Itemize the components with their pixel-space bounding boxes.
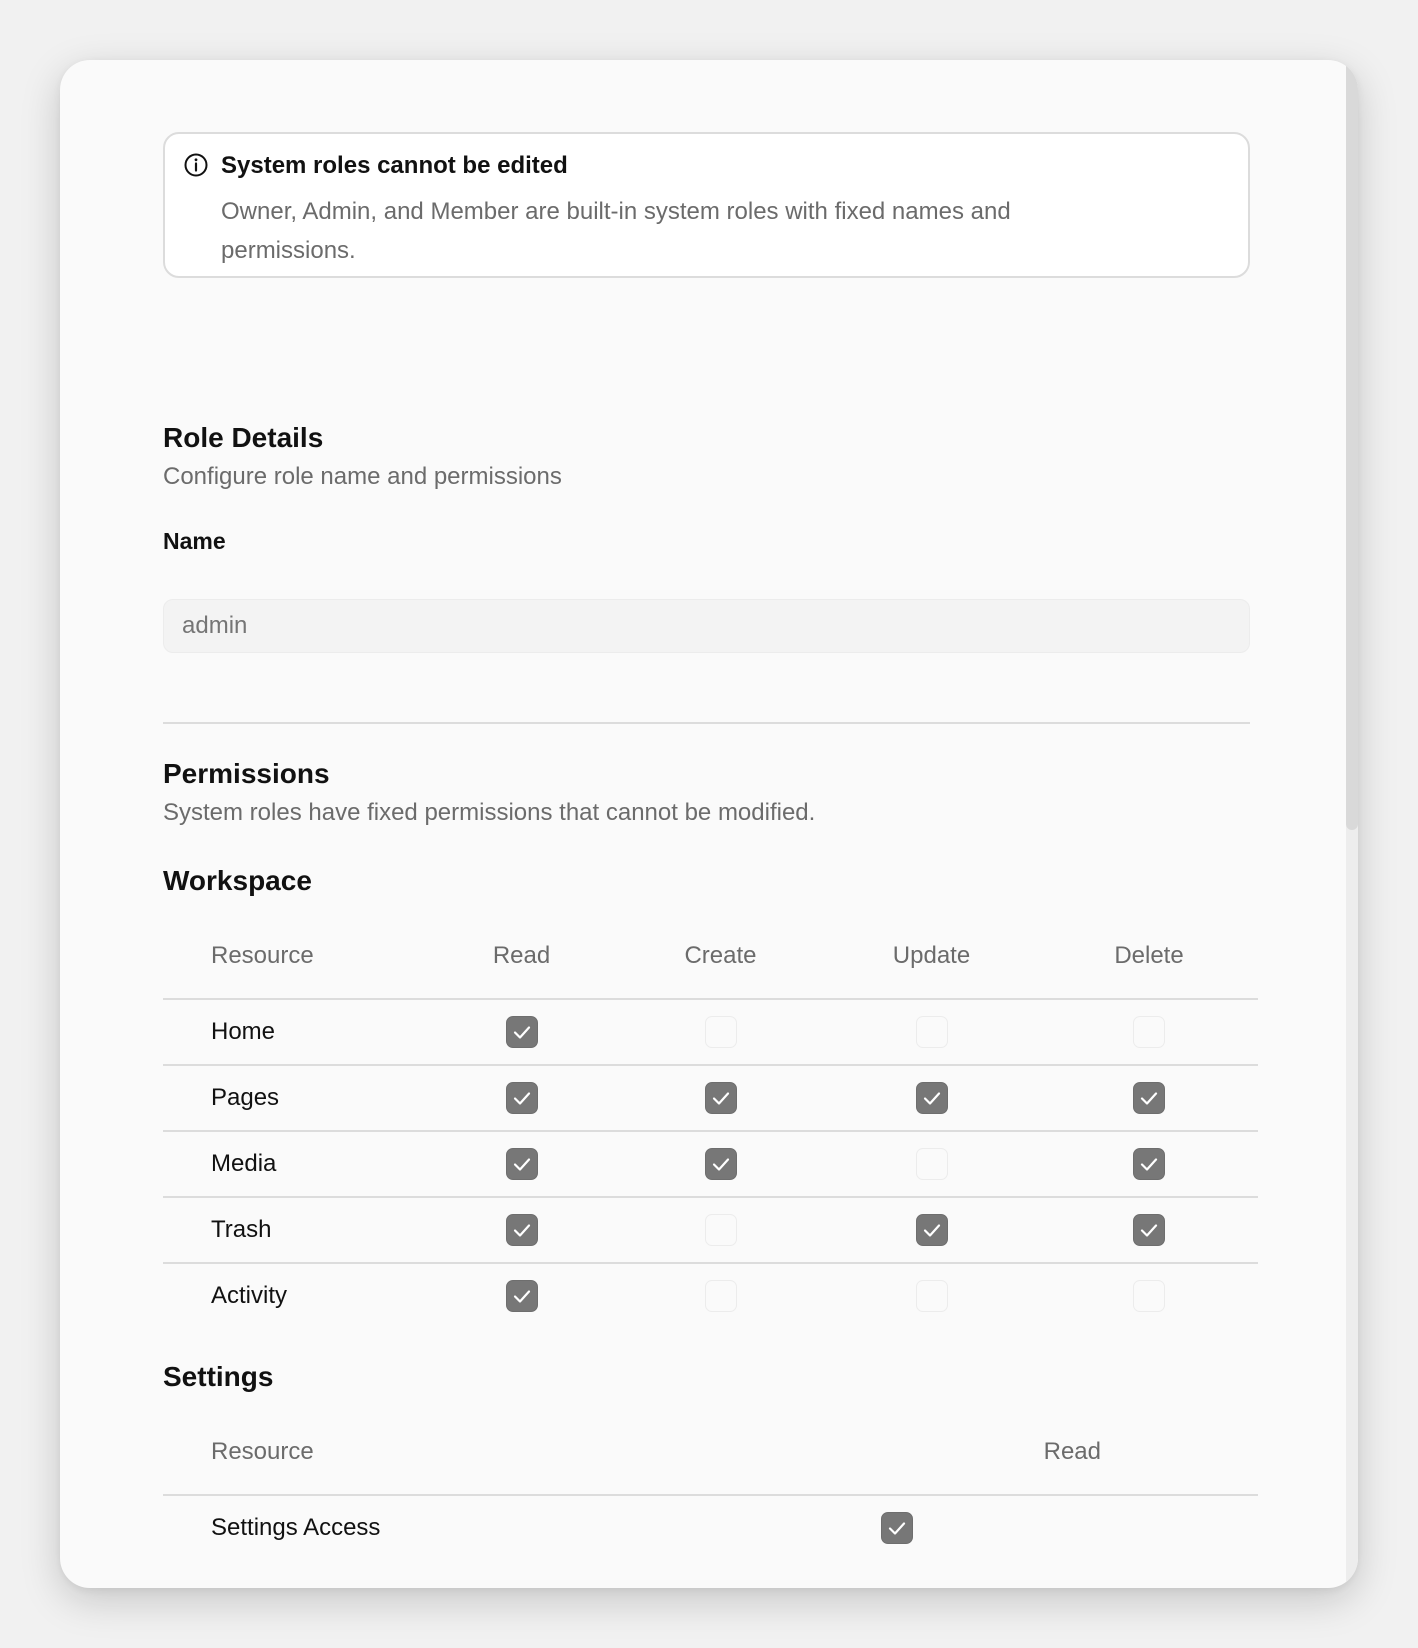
read-checkbox[interactable] xyxy=(505,1214,538,1246)
table-header-row: Resource Read xyxy=(163,1410,1258,1496)
read-checkbox[interactable] xyxy=(505,1016,538,1048)
checkmark-icon xyxy=(1140,1158,1158,1171)
create-checkbox[interactable] xyxy=(704,1280,737,1312)
permission-cell-read xyxy=(425,1197,618,1264)
scrollbar-track[interactable] xyxy=(1346,60,1358,1588)
create-checkbox[interactable] xyxy=(704,1016,737,1048)
permission-cell-create xyxy=(618,999,823,1066)
table-header-row: Resource Read Create Update Delete xyxy=(163,914,1258,1000)
permission-cell-read xyxy=(425,1131,618,1198)
column-header-read: Read xyxy=(835,1410,1258,1496)
resource-name: Media xyxy=(163,1131,425,1198)
resource-name: Home xyxy=(163,999,425,1066)
checkmark-icon xyxy=(712,1158,729,1171)
column-header-create: Create xyxy=(618,914,823,1000)
create-checkbox[interactable] xyxy=(704,1082,737,1114)
workspace-permissions-table: Resource Read Create Update Delete Home P… xyxy=(163,914,1258,1328)
checkmark-icon xyxy=(513,1026,530,1039)
create-checkbox[interactable] xyxy=(704,1148,737,1180)
column-header-resource: Resource xyxy=(163,914,425,1000)
permission-cell-create xyxy=(618,1263,823,1328)
column-header-update: Update xyxy=(823,914,1040,1000)
scrollbar-thumb[interactable] xyxy=(1346,60,1358,830)
checkmark-icon xyxy=(923,1224,940,1237)
alert-title: System roles cannot be edited xyxy=(221,152,568,179)
permissions-subtitle: System roles have fixed permissions that… xyxy=(163,799,816,826)
checkmark-icon xyxy=(712,1092,729,1105)
permission-cell-update xyxy=(823,1197,1040,1264)
alert-body: Owner, Admin, and Member are built-in sy… xyxy=(221,198,1011,264)
permission-cell-delete xyxy=(1040,1263,1258,1328)
checkmark-icon xyxy=(513,1092,530,1105)
resource-name: Pages xyxy=(163,1065,425,1132)
settings-permissions-table: Resource Read Settings Access xyxy=(163,1410,1258,1560)
permission-cell-delete xyxy=(1040,1197,1258,1264)
update-checkbox[interactable] xyxy=(915,1082,948,1114)
table-row: Media xyxy=(163,1131,1258,1198)
settings-title: Settings xyxy=(163,1361,274,1392)
system-role-alert: System roles cannot be edited Owner, Adm… xyxy=(163,132,1250,278)
update-checkbox[interactable] xyxy=(915,1214,948,1246)
workspace-title: Workspace xyxy=(163,865,312,896)
permission-cell-delete xyxy=(1040,1131,1258,1198)
read-checkbox[interactable] xyxy=(505,1280,538,1312)
table-row: Settings Access xyxy=(163,1495,1258,1560)
permission-cell-read xyxy=(835,1495,1258,1560)
panel-content: System roles cannot be edited Owner, Adm… xyxy=(163,132,1258,1544)
column-header-delete: Delete xyxy=(1040,914,1258,1000)
checkmark-icon xyxy=(888,1522,906,1535)
role-details-title: Role Details xyxy=(163,422,324,453)
delete-checkbox[interactable] xyxy=(1133,1214,1165,1246)
delete-checkbox[interactable] xyxy=(1133,1016,1165,1048)
name-label: Name xyxy=(163,528,226,554)
table-row: Activity xyxy=(163,1263,1258,1328)
permissions-title: Permissions xyxy=(163,758,330,789)
permission-cell-delete xyxy=(1040,999,1258,1066)
section-divider xyxy=(163,722,1250,724)
delete-checkbox[interactable] xyxy=(1133,1280,1165,1312)
checkmark-icon xyxy=(1140,1224,1158,1237)
permission-cell-read xyxy=(425,1263,618,1328)
resource-name: Activity xyxy=(211,1282,288,1309)
checkmark-icon xyxy=(513,1158,530,1171)
update-checkbox[interactable] xyxy=(915,1280,948,1312)
table-row: Home xyxy=(163,999,1258,1066)
table-row: Trash xyxy=(163,1197,1258,1264)
permission-cell-create xyxy=(618,1065,823,1132)
permission-cell-update xyxy=(823,1131,1040,1198)
delete-checkbox[interactable] xyxy=(1133,1148,1165,1180)
checkmark-icon xyxy=(513,1290,530,1303)
column-header-read: Read xyxy=(425,914,618,1000)
role-details-panel: System roles cannot be edited Owner, Adm… xyxy=(60,60,1358,1588)
update-checkbox[interactable] xyxy=(915,1016,948,1048)
read-checkbox[interactable] xyxy=(505,1082,538,1114)
info-icon xyxy=(183,152,209,178)
permission-cell-update xyxy=(823,1065,1040,1132)
create-checkbox[interactable] xyxy=(704,1214,737,1246)
permission-cell-read xyxy=(425,1065,618,1132)
role-name-input[interactable] xyxy=(163,599,1250,653)
delete-checkbox[interactable] xyxy=(1133,1082,1165,1114)
read-checkbox[interactable] xyxy=(505,1148,538,1180)
checkmark-icon xyxy=(923,1092,940,1105)
read-checkbox[interactable] xyxy=(881,1512,913,1544)
table-row: Pages xyxy=(163,1065,1258,1132)
permission-cell-read xyxy=(425,999,618,1066)
permission-cell-create xyxy=(618,1131,823,1198)
update-checkbox[interactable] xyxy=(915,1148,948,1180)
resource-name: Trash xyxy=(163,1197,425,1264)
role-details-subtitle: Configure role name and permissions xyxy=(163,463,562,490)
permission-cell-update xyxy=(823,1263,1040,1328)
checkmark-icon xyxy=(1140,1092,1158,1105)
permission-cell-update xyxy=(823,999,1040,1066)
permission-cell-delete xyxy=(1040,1065,1258,1132)
checkmark-icon xyxy=(513,1224,530,1237)
permission-cell-create xyxy=(618,1197,823,1264)
resource-name: Settings Access xyxy=(211,1514,381,1541)
column-header-resource: Resource xyxy=(163,1410,835,1496)
